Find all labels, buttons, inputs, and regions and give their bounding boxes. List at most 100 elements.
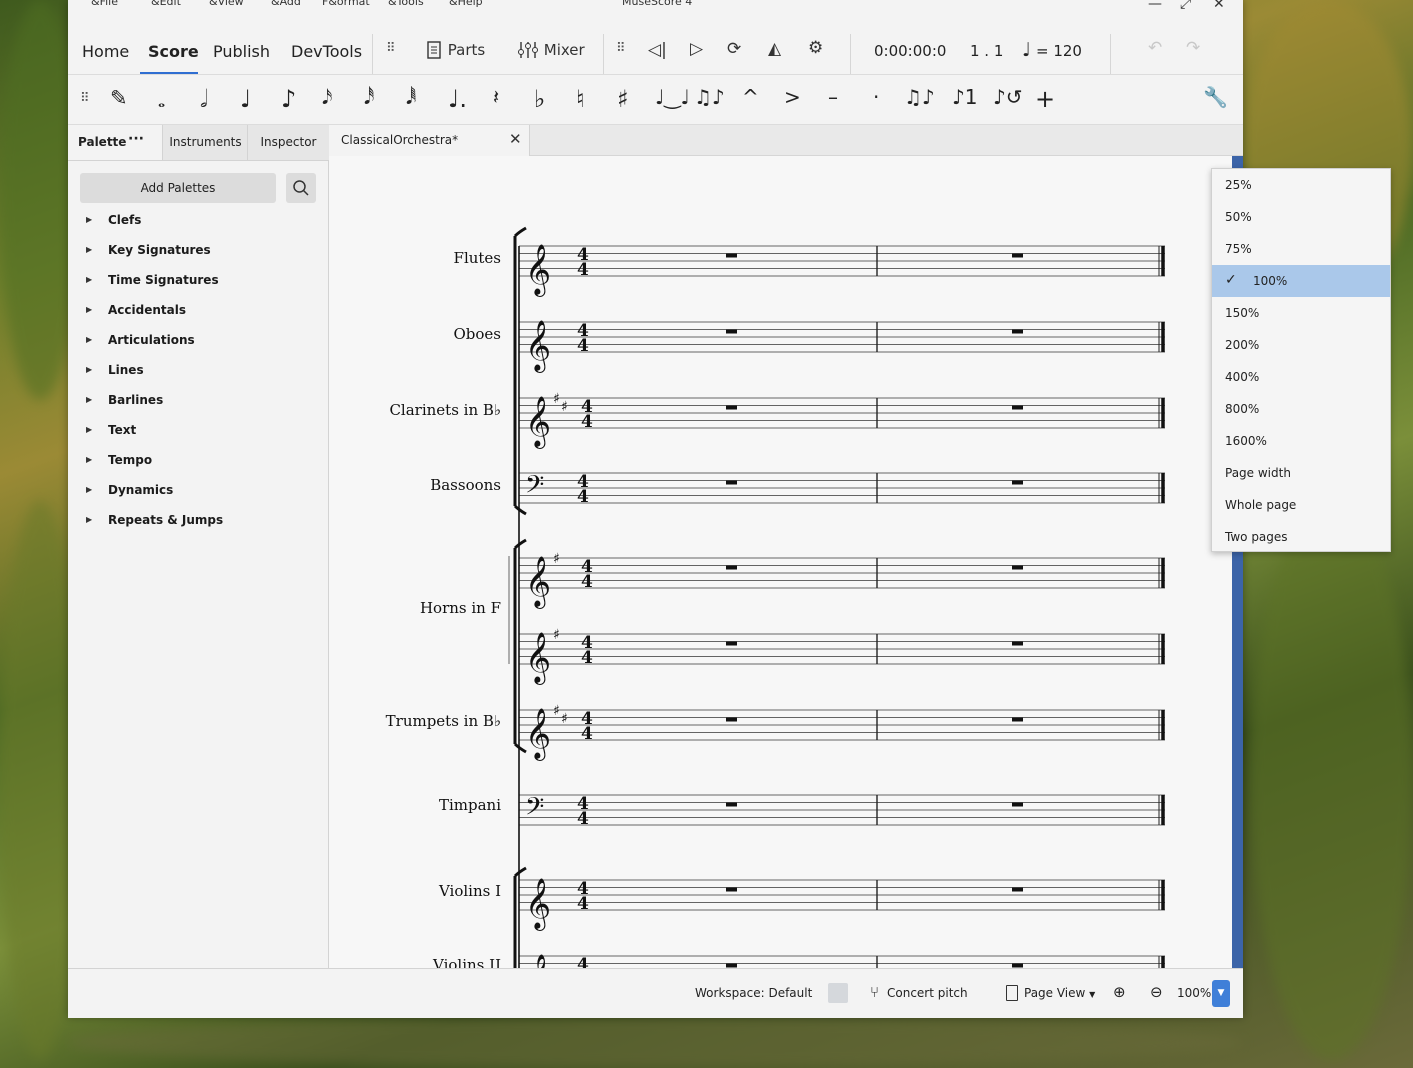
marcato-icon[interactable]: ^ — [742, 85, 759, 109]
zoom-out-icon[interactable]: ⊖ — [1150, 983, 1163, 1001]
expand-arrow-icon[interactable]: ▶ — [86, 245, 92, 254]
tie-icon[interactable]: ♩‿♩ — [655, 85, 690, 109]
palette-item[interactable]: ▶ Barlines — [68, 386, 327, 416]
menu-edit[interactable]: &Edit — [151, 0, 181, 8]
palette-item[interactable]: ▶ Time Signatures — [68, 266, 327, 296]
zoom-dropdown-button[interactable]: ▼ — [1212, 980, 1230, 1007]
voice-1-icon[interactable]: ♪1 — [952, 85, 978, 109]
tab-score[interactable]: Score — [148, 42, 199, 61]
palette-item[interactable]: ▶ Tempo — [68, 446, 327, 476]
half-note-icon[interactable]: 𝅗𝅥 — [200, 85, 208, 113]
loop-icon[interactable]: ⟳ — [727, 39, 741, 59]
play-icon[interactable]: ▷ — [690, 39, 703, 59]
instrument-name[interactable]: Flutes — [329, 249, 501, 267]
wrench-icon[interactable]: 🔧 — [1203, 85, 1228, 109]
search-button[interactable] — [286, 173, 316, 203]
metronome-icon[interactable]: ◭ — [768, 39, 781, 59]
expand-arrow-icon[interactable]: ▶ — [86, 335, 92, 344]
zoom-option[interactable]: 400% — [1212, 361, 1390, 393]
expand-arrow-icon[interactable]: ▶ — [86, 455, 92, 464]
palette-item[interactable]: ▶ Key Signatures — [68, 236, 327, 266]
drag-handle-icon[interactable]: ⠿ — [80, 91, 89, 106]
close-tab-icon[interactable]: ✕ — [509, 130, 522, 148]
accent-icon[interactable]: > — [784, 85, 801, 109]
palette-item[interactable]: ▶ Repeats & Jumps — [68, 506, 327, 536]
zoom-option[interactable]: 800% — [1212, 393, 1390, 425]
menu-add[interactable]: &Add — [271, 0, 301, 8]
instrument-name[interactable]: Horns in F — [329, 599, 501, 617]
64th-note-icon[interactable]: 𝅘𝅥𝅱 — [406, 85, 416, 109]
instrument-name[interactable]: Violins I — [329, 882, 501, 900]
zoom-option[interactable]: Page width — [1212, 457, 1390, 489]
note-input-pencil-icon[interactable]: ✎ — [110, 86, 128, 110]
close-window-icon[interactable]: ✕ — [1213, 0, 1225, 12]
expand-arrow-icon[interactable]: ▶ — [86, 305, 92, 314]
expand-arrow-icon[interactable]: ▶ — [86, 515, 92, 524]
whole-note-icon[interactable]: 𝅝 — [158, 91, 165, 112]
tab-publish[interactable]: Publish — [213, 42, 270, 61]
instrument-name[interactable]: Bassoons — [329, 476, 501, 494]
expand-arrow-icon[interactable]: ▶ — [86, 215, 92, 224]
natural-icon[interactable]: ♮ — [576, 85, 585, 113]
palette-item[interactable]: ▶ Dynamics — [68, 476, 327, 506]
palette-item[interactable]: ▶ Accidentals — [68, 296, 327, 326]
drag-handle-icon[interactable]: ⠿ — [386, 41, 395, 56]
more-options-icon[interactable]: ··· — [128, 122, 144, 157]
document-tab[interactable]: ClassicalOrchestra* ✕ — [329, 125, 530, 156]
menu-help[interactable]: &Help — [449, 0, 483, 8]
sixteenth-note-icon[interactable]: 𝅘𝅥𝅯 — [322, 85, 332, 109]
expand-arrow-icon[interactable]: ▶ — [86, 425, 92, 434]
minimize-icon[interactable]: — — [1148, 0, 1162, 12]
zoom-option[interactable]: 50% — [1212, 201, 1390, 233]
flip-direction-icon[interactable]: ♪↺ — [993, 85, 1023, 109]
zoom-option[interactable]: Two pages — [1212, 521, 1390, 553]
tab-devtools[interactable]: DevTools — [291, 42, 362, 61]
view-mode-dropdown[interactable]: Page View ▼ — [1024, 986, 1095, 1000]
instrument-name[interactable]: Violins II — [329, 956, 501, 968]
zoom-option[interactable]: ✓ 100% — [1212, 265, 1390, 297]
mixer-button[interactable]: Mixer — [517, 40, 585, 60]
add-palettes-button[interactable]: Add Palettes — [80, 173, 276, 203]
maximize-icon[interactable]: ⤢ — [1180, 0, 1191, 12]
tenuto-icon[interactable]: – — [828, 85, 838, 109]
flat-icon[interactable]: ♭ — [534, 85, 545, 113]
slur-icon[interactable]: ♫♪ — [694, 85, 725, 109]
palette-item[interactable]: ▶ Lines — [68, 356, 327, 386]
undo-icon[interactable]: ↶ — [1148, 38, 1162, 58]
menu-view[interactable]: &View — [209, 0, 244, 8]
menu-tools[interactable]: &Tools — [388, 0, 424, 8]
zoom-in-icon[interactable]: ⊕ — [1113, 983, 1126, 1001]
expand-arrow-icon[interactable]: ▶ — [86, 365, 92, 374]
expand-arrow-icon[interactable]: ▶ — [86, 485, 92, 494]
zoom-option[interactable]: 1600% — [1212, 425, 1390, 457]
rewind-icon[interactable]: ◁| — [648, 40, 667, 60]
sharp-icon[interactable]: ♯ — [617, 85, 629, 113]
concert-pitch-label[interactable]: Concert pitch — [887, 986, 968, 1000]
zoom-option[interactable]: Whole page — [1212, 489, 1390, 521]
zoom-option[interactable]: 150% — [1212, 297, 1390, 329]
tab-instruments[interactable]: Instruments — [162, 125, 248, 160]
concert-pitch-toggle[interactable] — [828, 983, 848, 1003]
palette-item[interactable]: ▶ Clefs — [68, 206, 327, 236]
staccato-icon[interactable]: · — [873, 85, 879, 109]
menu-format[interactable]: F&ormat — [322, 0, 370, 8]
workspace-label[interactable]: Workspace: Default — [695, 986, 812, 1000]
tab-palette[interactable]: Palette ··· — [68, 125, 162, 160]
tab-inspector[interactable]: Inspector — [247, 125, 329, 160]
redo-icon[interactable]: ↷ — [1186, 38, 1200, 58]
rest-icon[interactable]: 𝄽 — [493, 85, 499, 109]
zoom-value[interactable]: 100% — [1177, 986, 1211, 1000]
instrument-name[interactable]: Trumpets in B♭ — [329, 712, 501, 730]
eighth-note-icon[interactable]: ♪ — [281, 85, 296, 113]
augmentation-dot-icon[interactable]: ♩. — [448, 85, 467, 113]
tuplet-icon[interactable]: ♫♪ — [904, 85, 935, 109]
score-canvas[interactable]: 𝄞44𝄞44𝄞♯♯44𝄢44𝄞♯44𝄞♯44𝄞♯♯44𝄢44𝄞44𝄞44 Flu… — [329, 156, 1243, 968]
parts-button[interactable]: Parts — [425, 40, 485, 60]
instrument-name[interactable]: Oboes — [329, 325, 501, 343]
drag-handle-icon[interactable]: ⠿ — [616, 41, 625, 56]
quarter-note-icon[interactable]: ♩ — [240, 85, 251, 113]
32nd-note-icon[interactable]: 𝅘𝅥𝅰 — [364, 85, 374, 109]
menu-file[interactable]: &File — [91, 0, 118, 8]
add-icon[interactable]: + — [1035, 85, 1055, 113]
instrument-name[interactable]: Timpani — [329, 796, 501, 814]
